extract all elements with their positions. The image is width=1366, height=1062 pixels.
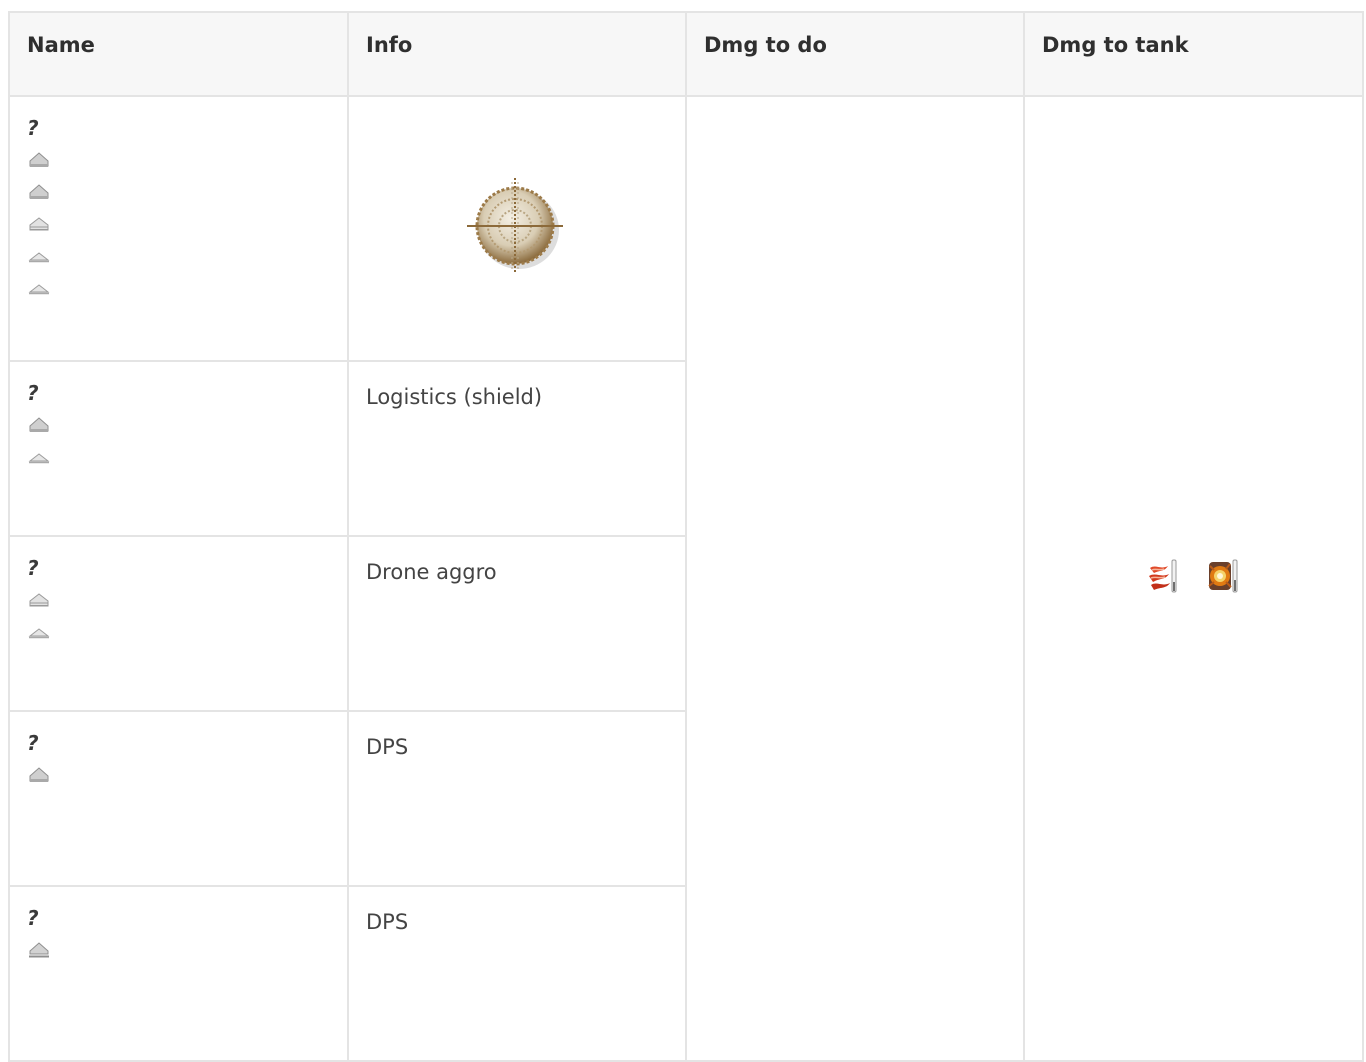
info-cell: Drone aggro — [347, 535, 687, 712]
info-cell: DPS — [347, 710, 687, 887]
crosshair-target-icon[interactable] — [465, 176, 569, 280]
ship-flat-icon[interactable] — [27, 271, 57, 303]
ship-full-icon[interactable] — [27, 143, 57, 175]
info-cell — [347, 95, 687, 362]
ship-list — [27, 758, 347, 790]
ship-full-icon[interactable] — [27, 758, 57, 790]
name-cell: ? — [8, 535, 349, 712]
info-text: DPS — [366, 910, 409, 934]
unknown-name: ? — [27, 906, 39, 930]
dmg-to-do-cell — [685, 95, 1025, 1062]
ship-flat-icon[interactable] — [27, 239, 57, 271]
unknown-name: ? — [27, 381, 39, 405]
header-dmg-to-do[interactable]: Dmg to do — [685, 11, 1025, 97]
ship-full-icon[interactable] — [27, 408, 57, 440]
name-cell: ? — [8, 885, 349, 1062]
thermal-damage-icon[interactable] — [1146, 556, 1182, 598]
fleet-table: Name Info Dmg to do Dmg to tank ? ? Logi… — [8, 11, 1364, 1062]
explosive-damage-icon[interactable] — [1204, 556, 1242, 598]
header-info[interactable]: Info — [347, 11, 687, 97]
ship-flat-icon[interactable] — [27, 440, 57, 472]
ship-list — [27, 143, 347, 303]
unknown-name: ? — [27, 116, 39, 140]
unknown-name: ? — [27, 556, 39, 580]
header-row: Name Info Dmg to do Dmg to tank — [8, 11, 1364, 97]
ship-striped-icon[interactable] — [27, 207, 57, 239]
ship-list — [27, 933, 347, 965]
ship-striped-icon[interactable] — [27, 583, 57, 615]
info-cell: Logistics (shield) — [347, 360, 687, 537]
name-cell: ? — [8, 95, 349, 362]
table-row: ? — [8, 95, 1364, 1062]
ship-full-icon[interactable] — [27, 175, 57, 207]
header-name[interactable]: Name — [8, 11, 349, 97]
dmg-to-tank-cell — [1023, 95, 1364, 1062]
info-cell: DPS — [347, 885, 687, 1062]
info-text: DPS — [366, 735, 409, 759]
header-dmg-to-tank[interactable]: Dmg to tank — [1023, 11, 1364, 97]
name-cell: ? — [8, 360, 349, 537]
info-text: Drone aggro — [366, 560, 497, 584]
ship-flat-icon[interactable] — [27, 615, 57, 647]
unknown-name: ? — [27, 731, 39, 755]
ship-list — [27, 583, 347, 647]
ship-base-icon[interactable] — [27, 933, 57, 965]
info-text: Logistics (shield) — [366, 385, 543, 409]
ship-list — [27, 408, 347, 472]
name-cell: ? — [8, 710, 349, 887]
